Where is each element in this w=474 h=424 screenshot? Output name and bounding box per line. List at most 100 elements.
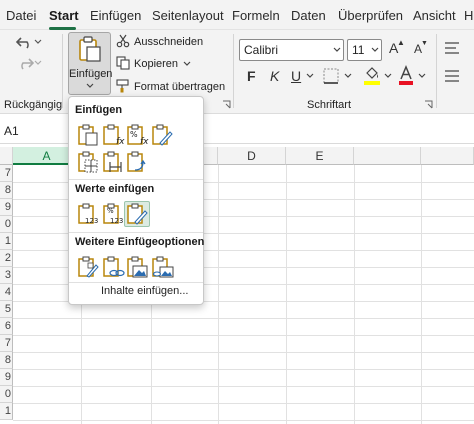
bold-button[interactable]: F: [247, 68, 256, 84]
row-header[interactable]: 0: [0, 216, 13, 233]
values-badge: 123: [110, 217, 124, 225]
row-gridline: [13, 369, 474, 370]
copy-dropdown-icon[interactable]: [183, 61, 191, 67]
tab-formeln[interactable]: Formeln: [232, 8, 280, 23]
row-header[interactable]: 1: [0, 233, 13, 250]
borders-dropdown-icon[interactable]: [344, 73, 352, 79]
name-box[interactable]: A1: [4, 124, 19, 138]
paste-label: Einfügen: [69, 68, 113, 80]
italic-button[interactable]: K: [270, 68, 279, 84]
format-painter-button[interactable]: Format übertragen: [134, 81, 225, 93]
fx-badge: fx: [140, 137, 149, 147]
menu-divider: [69, 232, 203, 233]
font-group-label: Schriftart: [307, 99, 352, 111]
row-header[interactable]: 4: [0, 284, 13, 301]
font-name-dropdown-icon[interactable]: [333, 47, 341, 53]
font-color-icon[interactable]: [398, 65, 414, 87]
tab-seitenlayout[interactable]: Seitenlayout: [152, 8, 224, 23]
format-painter-icon[interactable]: [116, 79, 130, 93]
column-gridline: [218, 165, 219, 424]
values-badge: 123: [85, 217, 99, 225]
paste-formatting-icon[interactable]: [76, 255, 100, 279]
paste-link-icon[interactable]: [101, 255, 125, 279]
row-header[interactable]: 9: [0, 199, 13, 216]
keep-source-formatting-icon[interactable]: [150, 123, 174, 147]
underline-button[interactable]: U: [291, 68, 301, 84]
copy-button[interactable]: Kopieren: [134, 58, 178, 70]
column-header-d[interactable]: D: [218, 147, 286, 165]
chevron-down-icon: [86, 83, 94, 88]
group-divider: [233, 34, 234, 108]
font-color-dropdown-icon[interactable]: [418, 73, 426, 79]
shrink-font-arrow-icon: ▼: [421, 40, 428, 47]
tab-h[interactable]: H: [464, 8, 473, 23]
dialog-launcher-icon[interactable]: [424, 100, 433, 109]
section-paste-heading: Einfügen: [75, 104, 123, 116]
row-header[interactable]: 5: [0, 301, 13, 318]
row-header[interactable]: 0: [0, 386, 13, 403]
row-header[interactable]: 7: [0, 335, 13, 352]
paste-icon[interactable]: [76, 123, 100, 147]
column-gridline: [286, 165, 287, 424]
paste-special-menu-item[interactable]: Inhalte einfügen...: [101, 285, 188, 297]
column-header-e[interactable]: E: [286, 147, 354, 165]
section-other-heading: Weitere Einfügeoptionen: [75, 236, 205, 248]
row-header[interactable]: 1: [0, 403, 13, 420]
fill-color-dropdown-icon[interactable]: [384, 73, 392, 79]
fx-badge: fx: [116, 137, 125, 147]
row-gridline: [13, 420, 474, 421]
percent-badge: %: [107, 207, 114, 215]
undo-group-label: Rückgängig: [4, 99, 63, 111]
excel-window: Datei Start Einfügen Seitenlayout Formel…: [0, 0, 474, 424]
tab-ueberpruefen[interactable]: Überprüfen: [338, 8, 403, 23]
select-all-corner[interactable]: [0, 147, 13, 165]
grow-font-arrow-icon: ▲: [397, 38, 405, 47]
menu-divider: [69, 282, 203, 283]
row-header[interactable]: 8: [0, 182, 13, 199]
paste-no-borders-icon[interactable]: [76, 150, 100, 174]
underline-dropdown-icon[interactable]: [306, 73, 314, 79]
row-gridline: [13, 352, 474, 353]
tab-daten[interactable]: Daten: [291, 8, 326, 23]
menu-divider: [69, 179, 203, 180]
tab-start[interactable]: Start: [49, 8, 79, 23]
paste-linked-picture-icon[interactable]: [150, 255, 174, 279]
tab-datei[interactable]: Datei: [6, 8, 36, 23]
row-header[interactable]: 6: [0, 318, 13, 335]
column-header-f[interactable]: [354, 147, 421, 165]
paste-values-source-formatting-icon[interactable]: [125, 202, 149, 226]
row-header[interactable]: 2: [0, 250, 13, 267]
keep-column-widths-icon[interactable]: [101, 150, 125, 174]
column-header-g[interactable]: [421, 147, 474, 165]
row-gridline: [13, 386, 474, 387]
clipboard-dialog-launcher-icon[interactable]: [222, 100, 231, 109]
font-name-box[interactable]: Calibri: [239, 39, 344, 61]
redo-dropdown-icon[interactable]: [34, 59, 42, 67]
cut-button[interactable]: Ausschneiden: [134, 36, 203, 48]
group-divider: [62, 34, 63, 108]
tab-ansicht[interactable]: Ansicht: [413, 8, 456, 23]
row-gridline: [13, 403, 474, 404]
scissors-icon[interactable]: [116, 34, 130, 48]
clipboard-icon: [79, 36, 101, 62]
paste-picture-icon[interactable]: [125, 255, 149, 279]
row-header[interactable]: 9: [0, 369, 13, 386]
ribbon-tab-bar: Datei Start Einfügen Seitenlayout Formel…: [0, 0, 474, 30]
tab-einfuegen[interactable]: Einfügen: [90, 8, 141, 23]
undo-dropdown-icon[interactable]: [34, 38, 42, 46]
row-gridline: [13, 318, 474, 319]
font-size-dropdown-icon[interactable]: [371, 47, 379, 53]
section-values-heading: Werte einfügen: [75, 183, 155, 195]
transpose-icon[interactable]: [125, 150, 149, 174]
paste-button[interactable]: Einfügen: [68, 32, 113, 95]
column-gridline: [354, 165, 355, 424]
fill-color-icon[interactable]: [363, 65, 381, 87]
row-header[interactable]: 8: [0, 352, 13, 369]
alignment-lines-icon[interactable]: [444, 40, 460, 58]
group-divider: [436, 34, 437, 108]
alignment-lines-icon-2[interactable]: [444, 68, 460, 84]
row-header[interactable]: 7: [0, 165, 13, 182]
copy-icon[interactable]: [116, 56, 130, 70]
borders-icon[interactable]: [323, 68, 341, 86]
row-header[interactable]: 3: [0, 267, 13, 284]
